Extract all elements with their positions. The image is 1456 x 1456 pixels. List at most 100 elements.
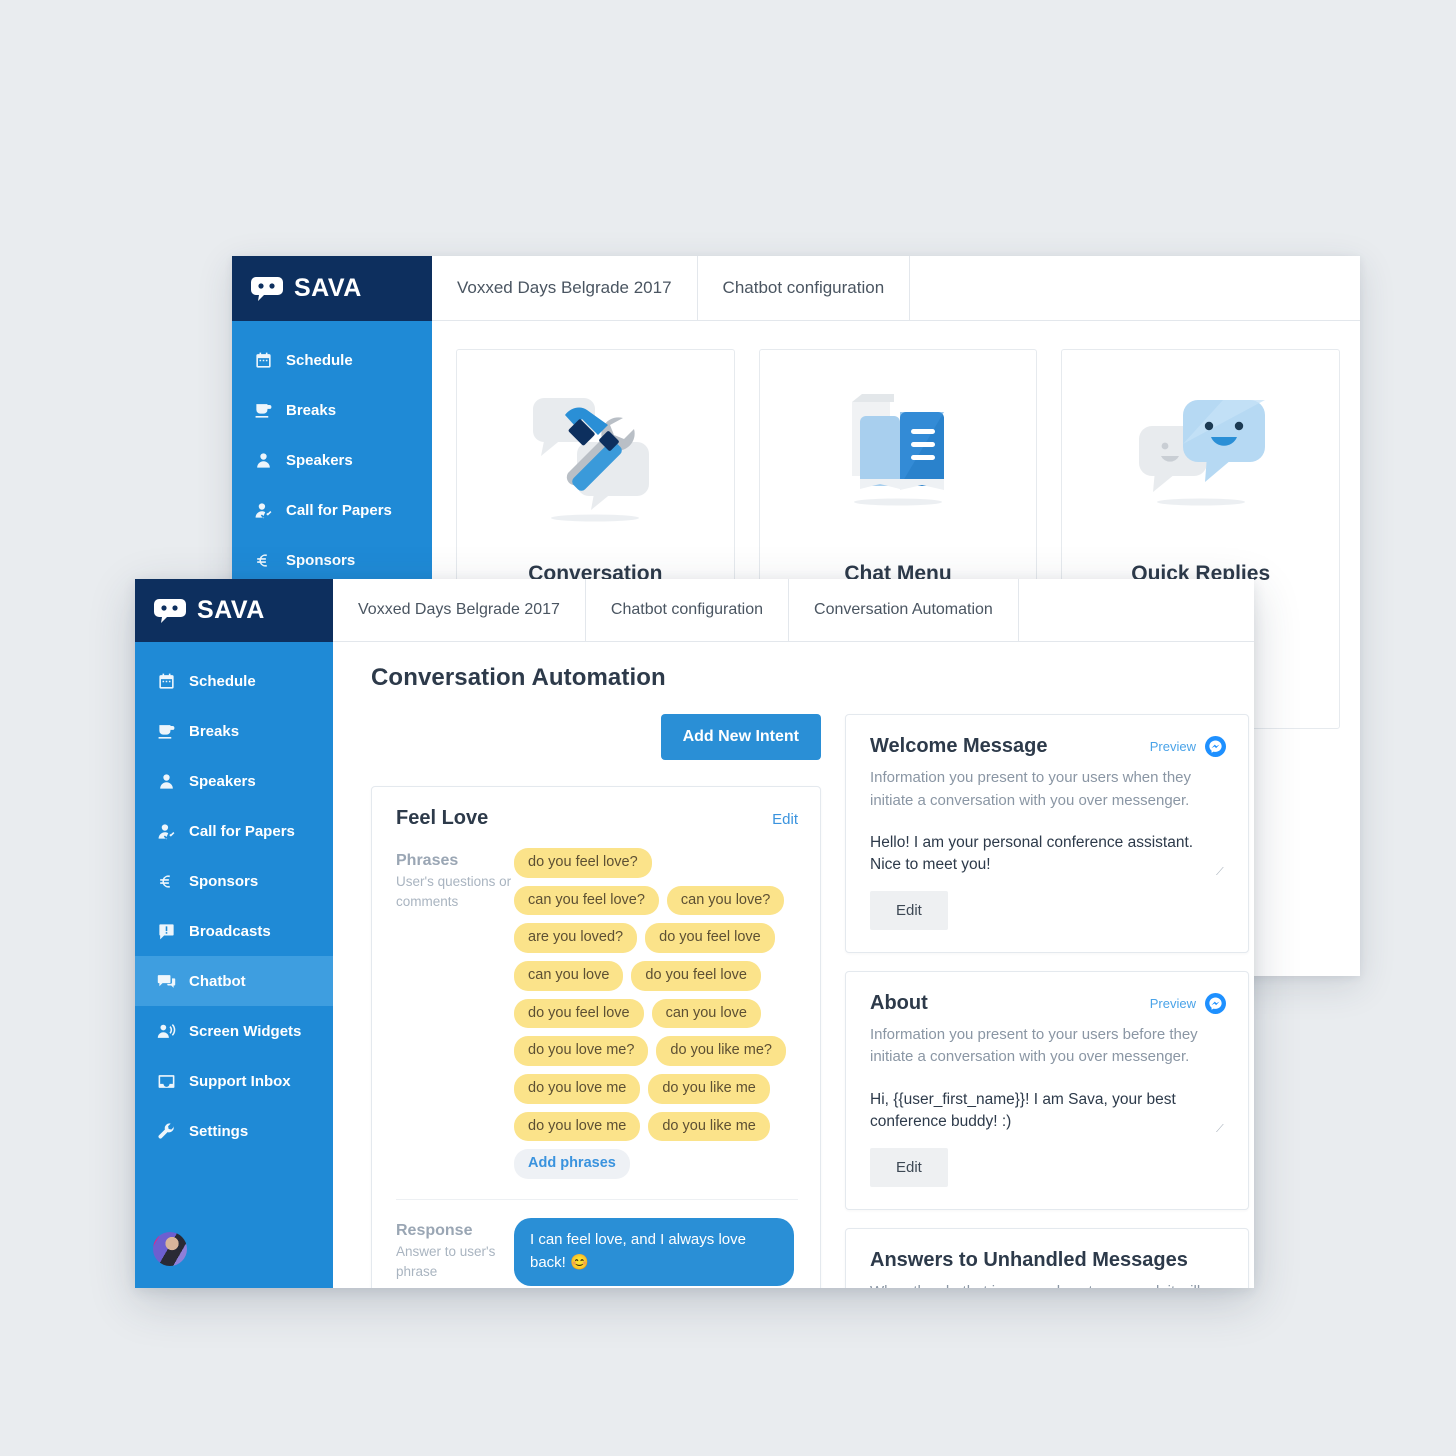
person-icon (254, 451, 273, 470)
hammer-wrench-chat-icon (515, 384, 675, 534)
avatar[interactable] (153, 1232, 187, 1266)
unhandled-messages-card: Answers to Unhandled Messages When the c… (845, 1227, 1249, 1288)
phrase-chip[interactable]: do you like me (648, 1111, 770, 1142)
sidebar-item-label: Call for Papers (286, 501, 392, 519)
content-columns: Add New Intent Feel Love Edit Phrases Us… (371, 714, 1254, 1288)
sidebar-item-sponsors[interactable]: Sponsors (232, 535, 432, 585)
sidebar-item-label: Breaks (286, 401, 337, 419)
brand-name: SAVA (197, 596, 265, 624)
sidebar-item-breaks[interactable]: Breaks (232, 385, 432, 435)
sidebar-item-support-inbox[interactable]: Support Inbox (135, 1056, 333, 1106)
tab-conversation-automation[interactable]: Conversation Automation (789, 579, 1019, 641)
response-row: Response Answer to user's phrase I can f… (396, 1218, 798, 1287)
tab-spacer (1019, 579, 1254, 641)
sidebar-item-breaks[interactable]: Breaks (135, 706, 333, 756)
wrench-icon (157, 1122, 176, 1141)
phrase-chip[interactable]: can you love? (666, 885, 785, 916)
phrase-chip[interactable]: do you love me (514, 1111, 641, 1142)
tab-chatbot-configuration[interactable]: Chatbot configuration (586, 579, 790, 641)
phrases-label: Phrases (396, 852, 459, 869)
sidebar-item-label: Support Inbox (189, 1072, 291, 1090)
calendar-icon (254, 351, 273, 370)
edit-welcome-message-button[interactable]: Edit (870, 890, 948, 930)
sidebar-item-schedule[interactable]: Schedule (232, 335, 432, 385)
info-column: Welcome Message Preview Information you … (845, 714, 1249, 1288)
calendar-icon (157, 672, 176, 691)
phrase-chip[interactable]: do you feel love (645, 923, 775, 954)
sidebar-item-label: Settings (189, 1122, 249, 1140)
about-textarea[interactable]: Hi, {{user_first_name}}! I am Sava, your… (870, 1089, 1226, 1134)
sidebar-item-label: Broadcasts (189, 922, 271, 940)
card-title: About (870, 991, 928, 1014)
card-description: When the chatbot is unsure how to respon… (870, 1281, 1226, 1288)
sidebar-item-call-for-papers[interactable]: Call for Papers (135, 806, 333, 856)
response-bubble[interactable]: I can feel love, and I always love back!… (514, 1218, 794, 1287)
add-new-intent-button[interactable]: Add New Intent (660, 714, 821, 760)
phrase-chip[interactable]: do you love me? (514, 1036, 649, 1067)
phrases-row: Phrases User's questions or comments do … (396, 848, 798, 1180)
messenger-icon[interactable] (1205, 736, 1226, 757)
phrase-chip[interactable]: can you feel love? (514, 885, 659, 916)
intent-header: Feel Love Edit (396, 807, 798, 830)
tab-event[interactable]: Voxxed Days Belgrade 2017 (333, 579, 586, 641)
euro-icon (254, 551, 273, 570)
resize-grip-icon[interactable]: ⟋ (1216, 1123, 1226, 1134)
messenger-icon[interactable] (1205, 992, 1226, 1014)
about-card: About Preview Information you present to… (845, 970, 1249, 1210)
phrase-chip[interactable]: do you feel love (514, 998, 644, 1029)
phrase-chip[interactable]: do you like me? (656, 1036, 786, 1067)
phrase-chip[interactable]: can you love (514, 961, 624, 991)
welcome-message-card: Welcome Message Preview Information you … (845, 714, 1249, 953)
book-menu-icon (818, 384, 978, 534)
resize-grip-icon[interactable]: ⟋ (1216, 866, 1226, 877)
sidebar-item-label: Speakers (286, 451, 353, 469)
chat-bot-logo-icon (250, 276, 284, 302)
sidebar-item-speakers[interactable]: Speakers (135, 756, 333, 806)
sidebar-item-schedule[interactable]: Schedule (135, 656, 333, 706)
phrase-chip[interactable]: can you love (651, 998, 761, 1029)
intent-card-feel-love: Feel Love Edit Phrases User's questions … (371, 786, 821, 1288)
sidebar-item-broadcasts[interactable]: Broadcasts (135, 906, 333, 956)
smiling-chat-bubbles-icon (1121, 384, 1281, 534)
tab-chatbot-configuration[interactable]: Chatbot configuration (698, 256, 911, 320)
sidebar-item-label: Screen Widgets (189, 1022, 302, 1040)
divider (396, 1199, 798, 1201)
response-label-group: Response Answer to user's phrase (396, 1218, 514, 1286)
foreground-window: SAVA Schedule Breaks Speakers Call for P… (135, 579, 1254, 1288)
card-title: Answers to Unhandled Messages (870, 1248, 1188, 1271)
preview-link[interactable]: Preview (1150, 739, 1196, 754)
sidebar-item-sponsors[interactable]: Sponsors (135, 856, 333, 906)
tabbar: Voxxed Days Belgrade 2017 Chatbot config… (333, 579, 1254, 642)
tab-event[interactable]: Voxxed Days Belgrade 2017 (432, 256, 698, 320)
phrase-chip[interactable]: are you loved? (514, 923, 638, 954)
sidebar-item-screen-widgets[interactable]: Screen Widgets (135, 1006, 333, 1056)
intents-column: Add New Intent Feel Love Edit Phrases Us… (371, 714, 821, 1288)
sidebar-item-chatbot[interactable]: Chatbot (135, 956, 333, 1006)
card-description: Information you present to your users wh… (870, 769, 1192, 809)
phrase-chip[interactable]: do you love me (514, 1074, 641, 1104)
sidebar-item-label: Schedule (286, 351, 353, 369)
sidebar-item-call-for-papers[interactable]: Call for Papers (232, 485, 432, 535)
sidebar-item-settings[interactable]: Settings (135, 1106, 333, 1156)
response-label: Response (396, 1222, 473, 1240)
phrase-chip[interactable]: do you feel love (631, 961, 761, 991)
sidebar-nav: Schedule Breaks Speakers Call for Papers… (135, 642, 333, 1156)
phrase-chip[interactable]: do you feel love? (514, 848, 652, 878)
card-description: Information you present to your users be… (870, 1025, 1198, 1066)
coffee-cup-icon (157, 722, 176, 741)
add-phrases-button[interactable]: Add phrases (514, 1149, 630, 1180)
sidebar-item-label: Call for Papers (189, 822, 295, 840)
sidebar-item-label: Chatbot (189, 972, 246, 990)
brand-header: SAVA (232, 256, 432, 321)
edit-intent-link[interactable]: Edit (772, 811, 798, 828)
person-check-icon (254, 501, 273, 520)
person-icon (157, 772, 176, 791)
phrase-chip[interactable]: do you like me (648, 1074, 770, 1104)
sidebar-item-speakers[interactable]: Speakers (232, 435, 432, 485)
edit-about-button[interactable]: Edit (870, 1147, 948, 1187)
welcome-message-textarea[interactable]: Hello! I am your personal conference ass… (870, 832, 1226, 877)
phrase-chip-list: do you feel love? can you feel love? can… (514, 848, 798, 1180)
preview-link[interactable]: Preview (1150, 996, 1196, 1011)
response-hint: Answer to user's phrase (396, 1244, 496, 1279)
card-header: About Preview (870, 992, 1226, 1015)
